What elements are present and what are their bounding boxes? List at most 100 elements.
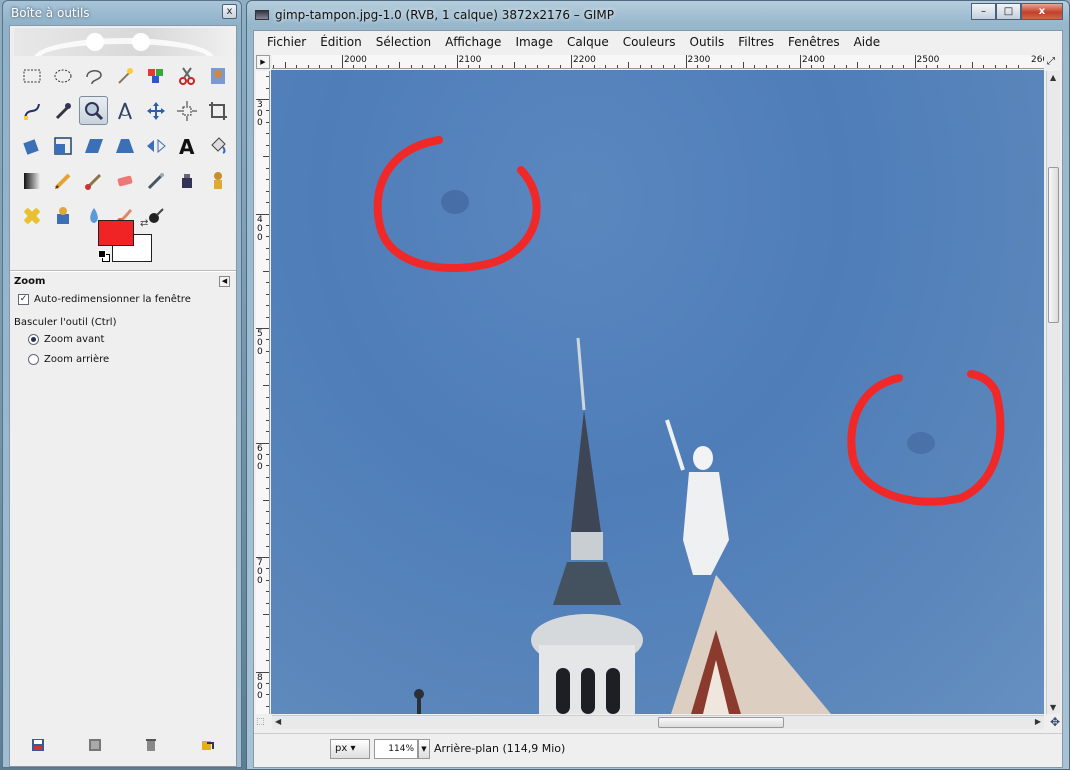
menu-0[interactable]: Fichier (260, 35, 313, 49)
default-colors-icon[interactable] (98, 250, 106, 258)
horizontal-ruler[interactable]: 2000 2100 2200 2300 2400 2500 2600 (272, 55, 1044, 69)
status-bar: px ▾ 114% ▼ Arrière-plan (114,9 Mio) (254, 733, 1062, 763)
ruler-label-v: 300 (257, 100, 263, 128)
tool-button-airbrush[interactable] (141, 166, 170, 195)
zoom-icon (84, 101, 103, 120)
delete-options-button[interactable] (142, 736, 160, 754)
tool-button-color-select[interactable] (141, 61, 170, 90)
fuzzy-select-icon (117, 67, 133, 84)
vertical-ruler[interactable]: 300 400 500 600 700 800 (256, 71, 270, 714)
tool-button-lasso[interactable] (79, 61, 108, 90)
menu-2[interactable]: Sélection (369, 35, 438, 49)
auto-resize-option[interactable]: ✓ Auto-redimensionner la fenêtre (18, 294, 191, 305)
tool-button-text[interactable]: A (172, 131, 201, 160)
tool-button-flip[interactable] (141, 131, 170, 160)
horizontal-scroll-thumb[interactable] (658, 717, 784, 728)
zoom-out-radio[interactable] (28, 354, 39, 365)
scroll-up-icon[interactable]: ▲ (1050, 73, 1056, 82)
ruler-tick (754, 65, 756, 68)
menu-10[interactable]: Aide (847, 35, 888, 49)
menu-9[interactable]: Fenêtres (781, 35, 847, 49)
spire-arch-2 (581, 668, 595, 714)
menu-5[interactable]: Calque (560, 35, 616, 49)
toggle-quick-mask-icon[interactable]: ⬚ (256, 717, 265, 727)
tool-button-perspective-clone[interactable] (48, 201, 77, 230)
tool-button-measure[interactable] (110, 96, 139, 125)
minimize-button[interactable]: – (971, 3, 996, 20)
spire-arch-3 (606, 668, 620, 714)
tool-button-rotate[interactable] (17, 131, 46, 160)
ruler-tick (880, 65, 882, 68)
tool-button-zoom[interactable] (79, 96, 108, 125)
maximize-button[interactable]: □ (996, 3, 1021, 20)
scroll-left-icon[interactable]: ◀ (275, 717, 281, 726)
tool-button-paths[interactable] (17, 96, 46, 125)
zoom-fit-icon[interactable]: ⤢ (1044, 55, 1058, 69)
zoom-input[interactable]: 114% (374, 739, 418, 759)
scroll-down-icon[interactable]: ▼ (1050, 703, 1056, 712)
menu-7[interactable]: Outils (683, 35, 732, 49)
tool-button-color-picker[interactable] (48, 96, 77, 125)
tool-button-clone[interactable] (203, 166, 232, 195)
vertical-scrollbar[interactable]: ▲ ▼ (1046, 71, 1060, 714)
tool-options-menu-button[interactable]: ◀ (219, 276, 230, 287)
scroll-right-icon[interactable]: ▶ (1035, 717, 1041, 726)
tool-button-fuzzy-select[interactable] (110, 61, 139, 90)
tool-button-paintbrush[interactable] (79, 166, 108, 195)
toolbox-close-button[interactable]: x (222, 4, 237, 19)
zoom-out-option[interactable]: Zoom arrière (28, 354, 109, 365)
vertical-scroll-thumb[interactable] (1048, 167, 1059, 323)
quick-mask-menu-button[interactable]: ▶ (256, 55, 270, 69)
tool-button-move[interactable] (141, 96, 170, 125)
zoom-in-option[interactable]: Zoom avant (28, 334, 104, 345)
ruler-tick (662, 65, 664, 68)
heal-icon (23, 207, 40, 224)
tool-button-shear[interactable] (79, 131, 108, 160)
ruler-tick (616, 65, 618, 68)
horizontal-scrollbar[interactable]: ◀ ▶ (272, 715, 1044, 729)
zoom-dropdown-button[interactable]: ▼ (418, 739, 430, 759)
tool-button-bucket-fill[interactable] (203, 131, 232, 160)
color-picker-icon (55, 102, 71, 119)
menu-6[interactable]: Couleurs (616, 35, 683, 49)
tool-button-ink[interactable] (172, 166, 201, 195)
menu-1[interactable]: Édition (313, 35, 369, 49)
ruler-tick (266, 465, 269, 467)
reset-options-button[interactable] (199, 736, 217, 754)
close-button[interactable]: x (1021, 3, 1063, 20)
tool-button-ellipse-select[interactable] (48, 61, 77, 90)
tool-button-crop[interactable] (203, 96, 232, 125)
unit-select[interactable]: px ▾ (330, 739, 370, 759)
ruler-tick (266, 224, 269, 226)
foreground-color-swatch[interactable] (98, 220, 134, 246)
tool-button-pencil[interactable] (48, 166, 77, 195)
ruler-tick (266, 431, 269, 433)
ruler-label-h: 2200 (573, 55, 596, 65)
menu-8[interactable]: Filtres (731, 35, 781, 49)
spire-lantern (571, 532, 603, 560)
tool-button-perspective[interactable] (110, 131, 139, 160)
zoom-in-radio[interactable] (28, 334, 39, 345)
tool-button-foreground-select[interactable] (203, 61, 232, 90)
tool-button-blend[interactable] (17, 166, 46, 195)
image-canvas[interactable] (271, 70, 1044, 714)
ruler-tick (307, 65, 309, 68)
ruler-label-h: 2500 (916, 55, 940, 65)
menu-3[interactable]: Affichage (438, 35, 508, 49)
swap-colors-icon[interactable]: ⇄ (140, 218, 148, 229)
save-options-button[interactable] (29, 736, 47, 754)
tool-button-rect-select[interactable] (17, 61, 46, 90)
auto-resize-checkbox[interactable]: ✓ (18, 294, 29, 305)
foreground-select-icon (210, 67, 225, 84)
tool-button-scale[interactable] (48, 131, 77, 160)
tool-button-scissors[interactable] (172, 61, 201, 90)
perspective-clone-icon (56, 206, 69, 224)
restore-options-button[interactable] (86, 736, 104, 754)
menu-4[interactable]: Image (508, 35, 560, 49)
tool-button-eraser[interactable] (110, 166, 139, 195)
wilber-drop-area[interactable] (14, 28, 232, 56)
ruler-tick (845, 65, 847, 68)
tool-button-heal[interactable] (17, 201, 46, 230)
navigate-icon[interactable]: ✥ (1050, 715, 1060, 729)
tool-button-align[interactable] (172, 96, 201, 125)
